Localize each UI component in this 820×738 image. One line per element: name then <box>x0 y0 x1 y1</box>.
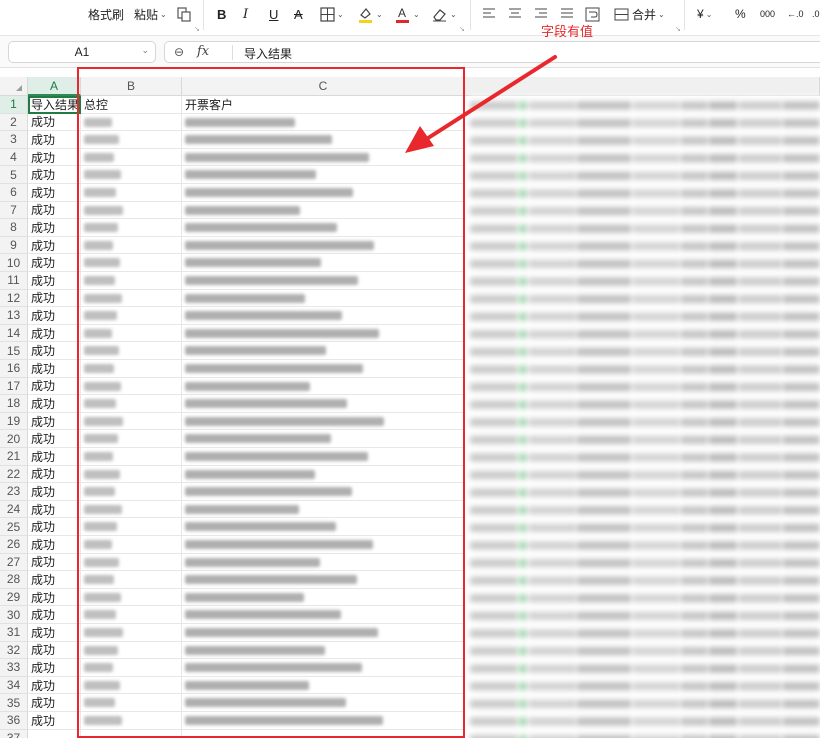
annotation-arrow-icon <box>405 55 557 153</box>
